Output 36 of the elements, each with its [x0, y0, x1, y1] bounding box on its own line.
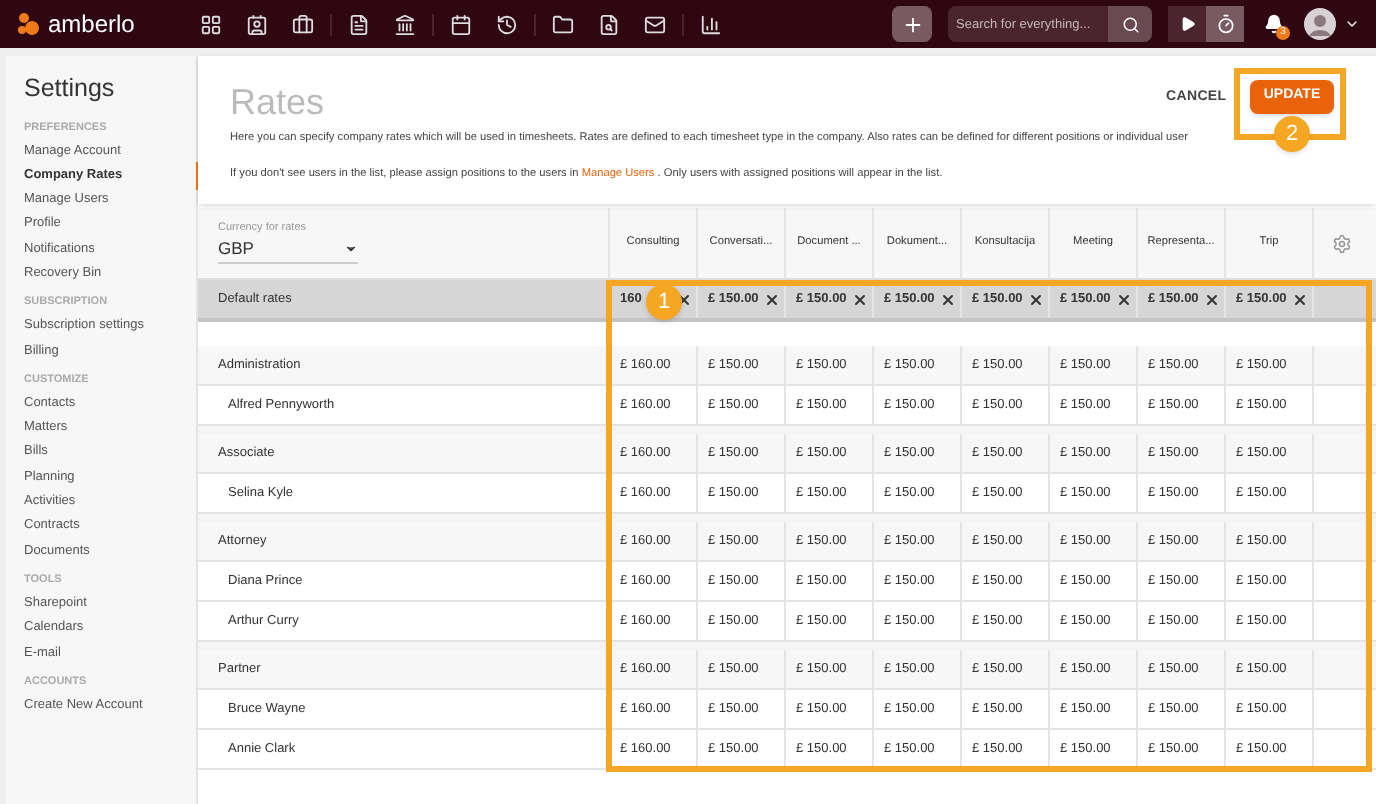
- document-search-icon[interactable]: [598, 13, 620, 35]
- notifications-icon[interactable]: [1264, 14, 1284, 34]
- add-button[interactable]: [892, 6, 932, 42]
- settings-icon[interactable]: [1332, 233, 1352, 253]
- clear-icon[interactable]: [940, 291, 956, 307]
- search-button[interactable]: [1108, 6, 1152, 42]
- stopwatch-icon: [1215, 14, 1235, 34]
- calendar-icon[interactable]: [450, 13, 472, 35]
- dropdown-caret-icon: [344, 242, 358, 257]
- briefcase-icon[interactable]: [292, 13, 314, 35]
- folder-icon[interactable]: [552, 13, 574, 35]
- document-icon[interactable]: [348, 13, 370, 35]
- dashboard-icon[interactable]: [200, 13, 222, 35]
- avatar-icon[interactable]: [1304, 8, 1336, 40]
- clear-icon[interactable]: [1292, 291, 1308, 307]
- bank-icon[interactable]: [394, 13, 416, 35]
- sidebar-title: Settings: [24, 76, 117, 101]
- contact-card-icon[interactable]: [246, 13, 268, 35]
- search-icon: [1121, 15, 1139, 33]
- clear-icon[interactable]: [1028, 291, 1044, 307]
- clear-icon[interactable]: [1204, 291, 1220, 307]
- app-logo: amberlo: [48, 12, 135, 36]
- clear-icon[interactable]: [852, 291, 868, 307]
- mail-icon[interactable]: [644, 13, 666, 35]
- caret-icon[interactable]: [1344, 16, 1360, 32]
- play-icon: [1179, 16, 1195, 32]
- page-title: Rates: [230, 84, 325, 120]
- plus-icon: [901, 13, 923, 35]
- history-icon[interactable]: [496, 13, 518, 35]
- timer-button[interactable]: [1206, 6, 1244, 42]
- play-button[interactable]: [1168, 6, 1206, 42]
- clear-icon[interactable]: [1116, 291, 1132, 307]
- chart-icon[interactable]: [700, 13, 722, 35]
- clear-icon[interactable]: [764, 291, 780, 307]
- logo-icon: [16, 12, 40, 36]
- currency-select[interactable]: GBP: [218, 236, 358, 264]
